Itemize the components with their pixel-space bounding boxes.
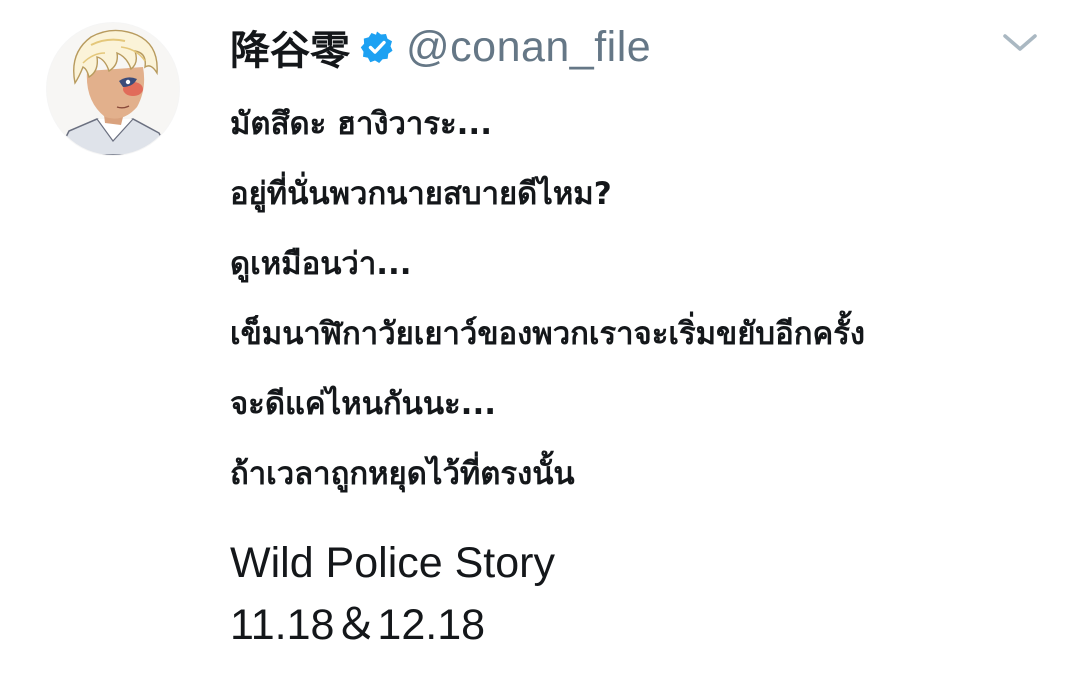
user-handle[interactable]: @conan_file (406, 23, 651, 72)
tweet-text-line: อยู่ที่นั่นพวกนายสบายดีไหม? (230, 176, 612, 212)
display-name[interactable]: 降谷零 (230, 18, 350, 76)
tweet-text-line: จะดีแค่ไหนกันนะ... (230, 386, 497, 422)
anime-character-avatar (47, 23, 179, 155)
tweet-text-line: ดูเหมือนว่า... (230, 246, 412, 282)
tweet: 降谷零 @conan_file มัตสึดะ ฮางิวาระ... อยู่… (0, 0, 1080, 673)
verified-badge-icon (360, 30, 394, 64)
tweet-text-line: เข็มนาฬิกาวัยเยาว์ของพวกเราจะเริ่มขยับอี… (230, 316, 865, 352)
tweet-text-line: มัตสึดะ ฮางิวาระ... (230, 106, 492, 142)
date-line: 11.18＆12.18 (230, 601, 486, 649)
tweet-footer-text: Wild Police Story 11.18＆12.18 (230, 537, 1050, 651)
tweet-header: 降谷零 @conan_file (230, 18, 651, 76)
tweet-text: มัตสึดะ ฮางิวาระ... อยู่ที่นั่นพวกนายสบา… (230, 108, 1050, 491)
chevron-down-icon[interactable] (1000, 28, 1040, 56)
tweet-text-line: ถ้าเวลาถูกหยุดไว้ที่ตรงนั้น (230, 456, 575, 492)
title-line: Wild Police Story (230, 539, 555, 587)
avatar[interactable] (47, 23, 179, 155)
